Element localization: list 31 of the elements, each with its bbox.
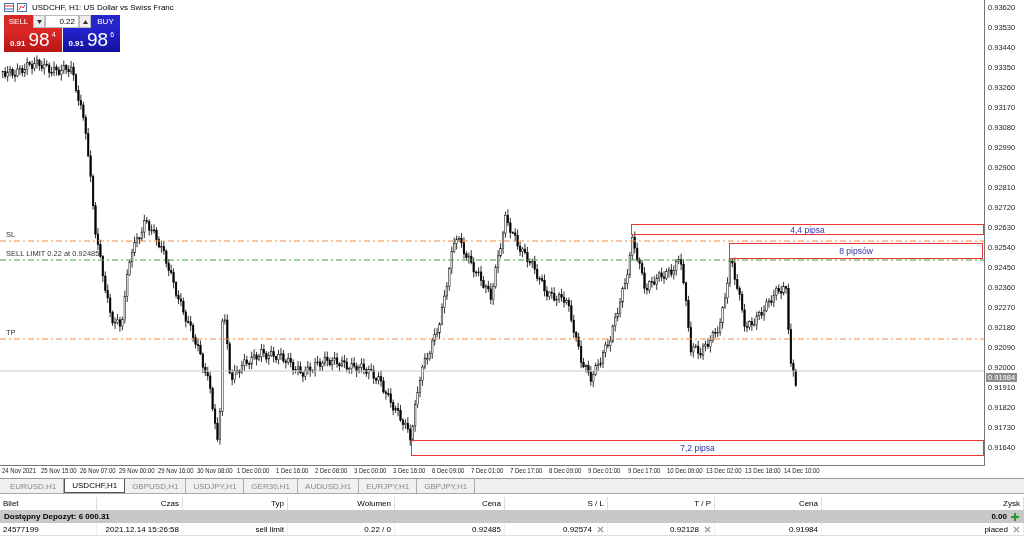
level-line[interactable]	[0, 259, 985, 261]
chart-title: USDCHF, H1: US Dollar vs Swiss Franc	[32, 3, 174, 12]
grid-icon[interactable]	[4, 3, 14, 12]
pips-label[interactable]: 4,4 pipsa	[631, 224, 984, 235]
lot-up-button[interactable]	[79, 15, 91, 28]
up-triangle-icon[interactable]	[82, 19, 88, 24]
level-line[interactable]	[0, 338, 985, 340]
buy-button[interactable]: BUY	[91, 15, 120, 28]
level-line[interactable]	[0, 240, 985, 242]
table-cell: 24577199	[3, 524, 39, 534]
chart-icon[interactable]	[17, 3, 27, 12]
sell-button[interactable]: SELL	[4, 15, 33, 28]
deposit-label: Dostępny Depozyt: 6 000.31	[4, 512, 111, 521]
close-icon[interactable]	[597, 525, 604, 533]
table-cell: 0.22 / 0	[364, 524, 391, 534]
down-triangle-icon[interactable]	[36, 19, 42, 24]
chart-tab[interactable]: USDCHF,H1	[64, 479, 126, 493]
close-icon[interactable]	[704, 525, 711, 533]
lot-field[interactable]: 0.22	[45, 15, 79, 28]
close-icon[interactable]	[1013, 525, 1020, 533]
table-cell: 0.91984	[789, 524, 818, 534]
table-cell: 0.92485	[472, 524, 501, 534]
table-cell: 2021.12.14 15:26:58	[105, 524, 179, 534]
pips-label[interactable]: 8 pipsów	[729, 243, 983, 259]
table-cell: placed	[984, 524, 1008, 534]
table-cell: 0.92128	[670, 524, 699, 534]
lot-down-button[interactable]	[33, 15, 45, 28]
table-cell: sell limit	[255, 524, 284, 534]
table-cell: 0.92574	[563, 524, 592, 534]
pips-label[interactable]: 7,2 pipsa	[411, 440, 984, 456]
profit-total: 0.00	[991, 512, 1007, 521]
